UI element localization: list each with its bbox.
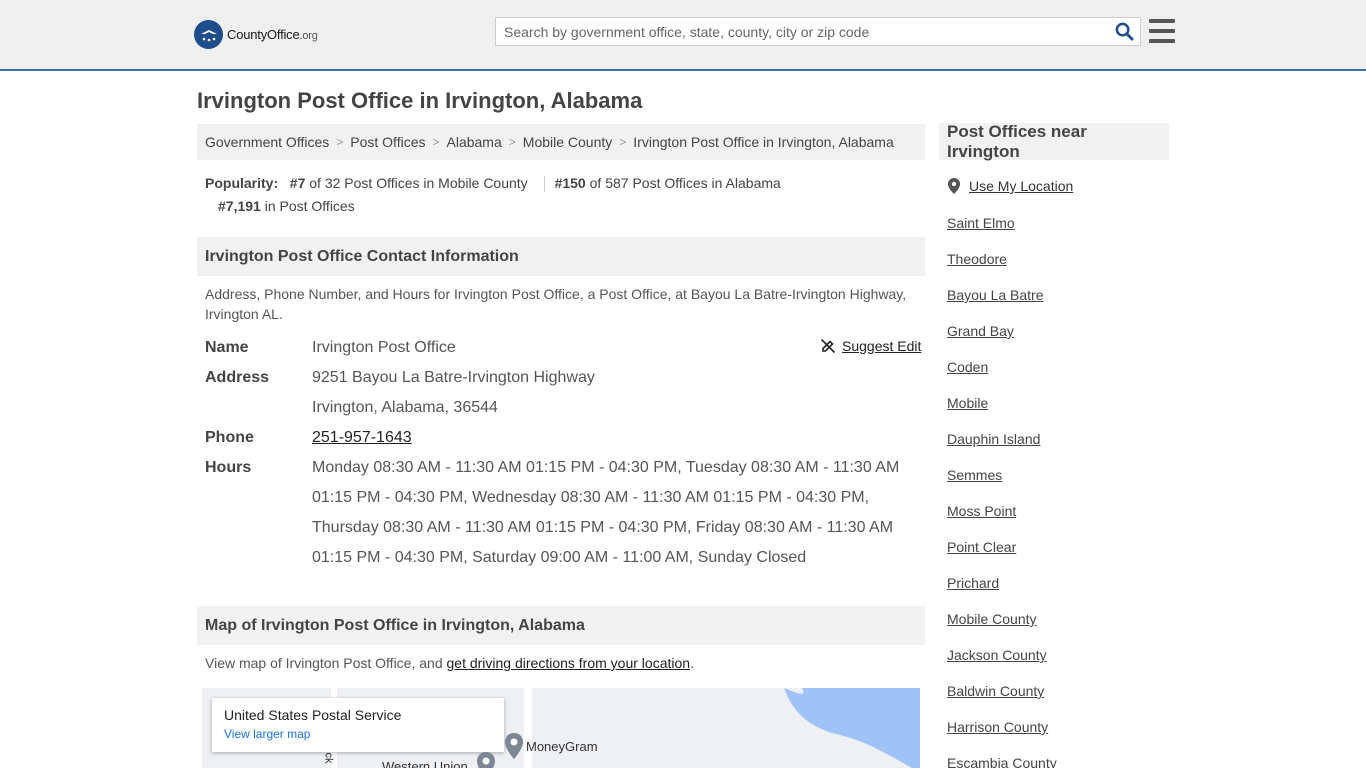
sidebar-heading: Post Offices near Irvington [939,122,1169,161]
rank-overall: #7,191 [218,198,261,214]
address-label: Address [205,369,270,386]
list-item: Saint Elmo [947,213,1057,249]
list-item: Harrison County [947,717,1057,753]
nearby-link-prichard[interactable]: Prichard [947,575,999,591]
nearby-link-grand-bay[interactable]: Grand Bay [947,323,1014,339]
location-pin-icon [948,178,960,194]
map-pin-icon[interactable] [504,732,524,760]
nearby-link-mobile-county[interactable]: Mobile County [947,611,1037,627]
phone-row: Phone 251-957-1643 [205,423,925,453]
chevron-right-icon: > [619,135,627,149]
search-button[interactable] [1108,18,1140,45]
hours-row: Hours Monday 08:30 AM - 11:30 AM 01:15 P… [205,453,925,573]
chevron-right-icon: > [336,135,344,149]
breadcrumb-alabama[interactable]: Alabama [447,134,502,150]
nearby-post-offices-list: Saint Elmo Theodore Bayou La Batre Grand… [947,213,1057,768]
nearby-link-dauphin-island[interactable]: Dauphin Island [947,431,1040,447]
search-bar [495,17,1141,46]
nearby-link-point-clear[interactable]: Point Clear [947,539,1016,555]
map-label-moneygram: MoneyGram [526,739,598,754]
logo-text: CountyOffice.org [227,27,318,42]
search-icon [1115,22,1134,41]
map-pin-icon[interactable] [476,751,496,768]
list-item: Mobile [947,393,1057,429]
nearby-link-harrison-county[interactable]: Harrison County [947,719,1048,735]
nearby-link-bayou-la-batre[interactable]: Bayou La Batre [947,287,1044,303]
map-road [524,688,532,768]
name-row: Name Irvington Post Office [205,333,925,363]
seal-icon [194,20,223,49]
contact-description: Address, Phone Number, and Hours for Irv… [205,286,907,322]
nearby-link-baldwin-county[interactable]: Baldwin County [947,683,1044,699]
use-my-location-link[interactable]: Use My Location [969,178,1073,194]
map-water [784,688,920,768]
address-line-1: 9251 Bayou La Batre-Irvington Highway [312,369,595,386]
address-line-2: Irvington, Alabama, 36544 [312,399,498,416]
driving-directions-link[interactable]: get driving directions from your locatio… [447,655,691,671]
breadcrumb-mobile-county[interactable]: Mobile County [523,134,613,150]
list-item: Prichard [947,573,1057,609]
rank-state: #150 [554,175,586,191]
hours-label: Hours [205,459,252,476]
contact-details: Suggest Edit Name Irvington Post Office … [205,333,925,573]
list-item: Moss Point [947,501,1057,537]
list-item: Bayou La Batre [947,285,1057,321]
nearby-link-theodore[interactable]: Theodore [947,251,1007,267]
nearby-link-mobile[interactable]: Mobile [947,395,988,411]
list-item: Escambia County [947,753,1057,768]
hours-value: Monday 08:30 AM - 11:30 AM 01:15 PM - 04… [312,459,900,566]
nearby-link-coden[interactable]: Coden [947,359,988,375]
rank-county-text: of 32 Post Offices in Mobile County [309,175,528,191]
list-item: Semmes [947,465,1057,501]
nearby-link-escambia-county[interactable]: Escambia County [947,755,1057,768]
suggest-edit[interactable]: Suggest Edit [820,338,921,354]
divider [543,176,545,193]
name-label: Name [205,339,249,356]
breadcrumb-post-offices[interactable]: Post Offices [350,134,425,150]
hamburger-menu-icon[interactable] [1149,18,1175,44]
map-label-road: ck [322,752,335,764]
list-item: Grand Bay [947,321,1057,357]
nearby-link-moss-point[interactable]: Moss Point [947,503,1016,519]
suggest-edit-link[interactable]: Suggest Edit [842,338,921,354]
breadcrumb-current: Irvington Post Office in Irvington, Alab… [633,134,894,150]
edit-off-icon [820,338,836,354]
map-heading: Map of Irvington Post Office in Irvingto… [197,606,925,645]
phone-label: Phone [205,429,254,446]
contact-heading: Irvington Post Office Contact Informatio… [197,237,925,276]
address-row: Address 9251 Bayou La Batre-Irvington Hi… [205,363,925,423]
list-item: Jackson County [947,645,1057,681]
chevron-right-icon: > [432,135,440,149]
rank-county: #7 [289,175,306,191]
list-item: Coden [947,357,1057,393]
nearby-link-jackson-county[interactable]: Jackson County [947,647,1047,663]
map-card-title: United States Postal Service [224,707,402,723]
list-item: Point Clear [947,537,1057,573]
site-logo[interactable]: CountyOffice.org [194,20,318,49]
popularity: Popularity: #7 of 32 Post Offices in Mob… [205,172,915,218]
rank-overall-text: in Post Offices [264,198,355,214]
view-larger-map-link[interactable]: View larger map [224,727,492,741]
popularity-label: Popularity: [205,175,279,191]
nearby-link-semmes[interactable]: Semmes [947,467,1002,483]
top-bar: CountyOffice.org [0,0,1366,71]
map-description: View map of Irvington Post Office, and g… [205,655,694,671]
list-item: Mobile County [947,609,1057,645]
list-item: Theodore [947,249,1057,285]
map-info-card: United States Postal Service View larger… [212,698,504,752]
breadcrumb-government-offices[interactable]: Government Offices [205,134,329,150]
map-embed[interactable]: United States Postal Service View larger… [202,688,920,768]
nearby-link-saint-elmo[interactable]: Saint Elmo [947,215,1015,231]
map-label-western-union: Western Union [382,759,468,768]
use-my-location[interactable]: Use My Location [948,178,1073,194]
search-input[interactable] [496,18,1108,45]
chevron-right-icon: > [508,135,516,149]
list-item: Baldwin County [947,681,1057,717]
rank-state-text: of 587 Post Offices in Alabama [589,175,781,191]
phone-link[interactable]: 251-957-1643 [312,429,412,446]
list-item: Dauphin Island [947,429,1057,465]
breadcrumb: Government Offices > Post Offices > Alab… [197,124,925,160]
page-title: Irvington Post Office in Irvington, Alab… [197,88,643,113]
